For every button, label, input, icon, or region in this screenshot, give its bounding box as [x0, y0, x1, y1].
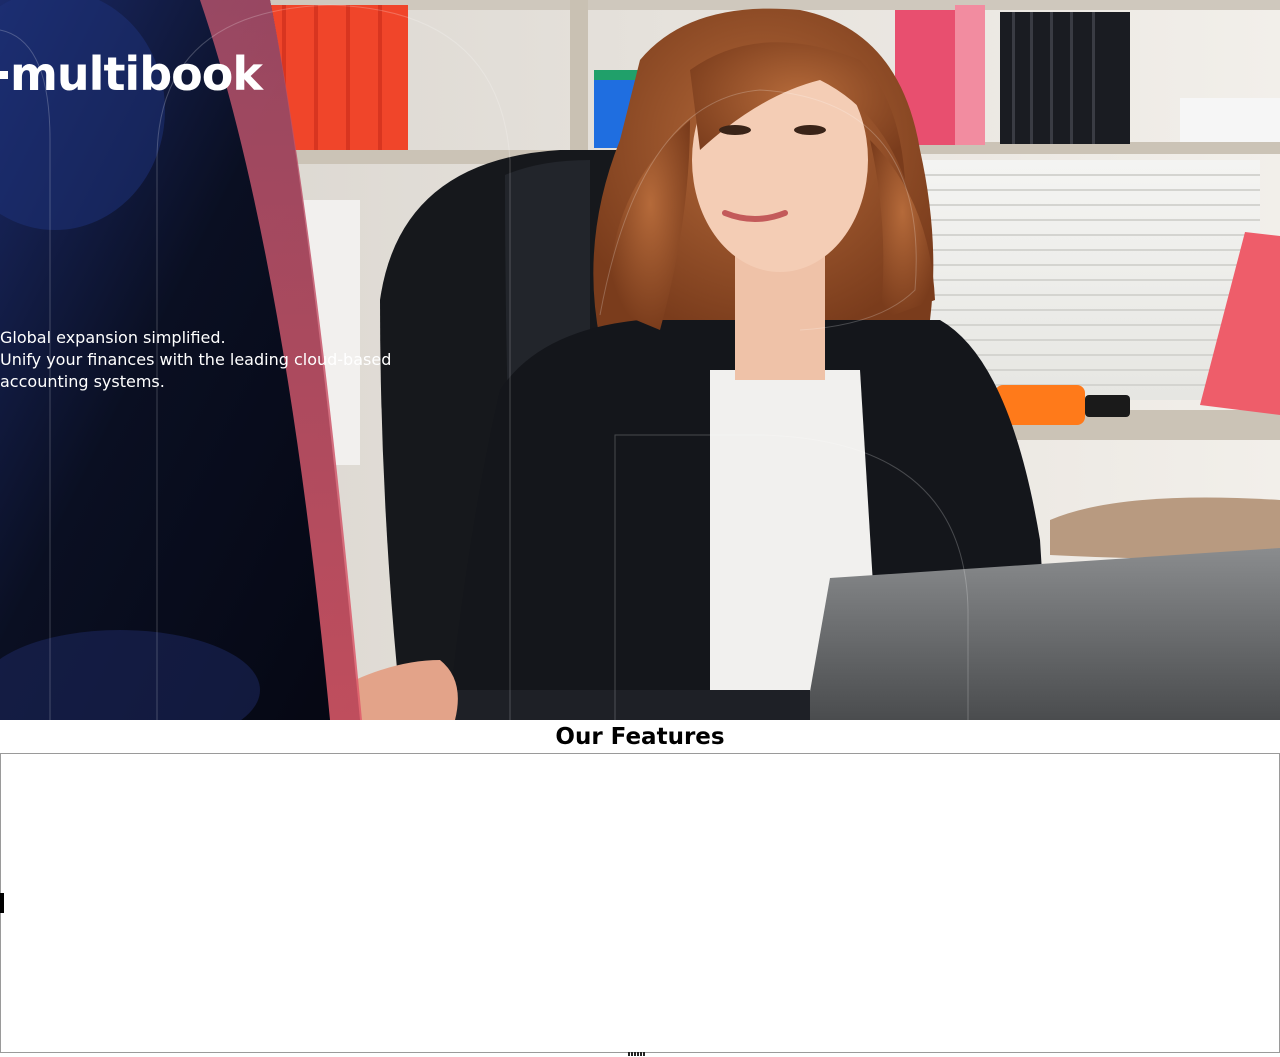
hero-banner: multibook Global expansion simplified. U…: [0, 0, 1280, 720]
brand-logo[interactable]: multibook: [0, 48, 263, 100]
tagline-line-1: Global expansion simplified.: [0, 328, 226, 347]
carousel-dot[interactable]: [637, 1052, 639, 1056]
brand-name: multibook: [10, 47, 263, 101]
carousel-dot[interactable]: [634, 1052, 636, 1056]
carousel-dot[interactable]: [631, 1052, 633, 1056]
features-carousel: [0, 753, 1280, 1053]
tagline-line-2: Unify your finances with the leading clo…: [0, 350, 392, 391]
carousel-pagination: [628, 1052, 645, 1057]
logo-mark-icon: [0, 70, 8, 79]
carousel-dot[interactable]: [643, 1052, 645, 1056]
hero-tagline: Global expansion simplified. Unify your …: [0, 327, 480, 393]
features-heading: Our Features: [555, 724, 725, 750]
carousel-dot[interactable]: [640, 1052, 642, 1056]
carousel-dot[interactable]: [628, 1052, 630, 1056]
carousel-prev-handle[interactable]: [0, 893, 4, 913]
